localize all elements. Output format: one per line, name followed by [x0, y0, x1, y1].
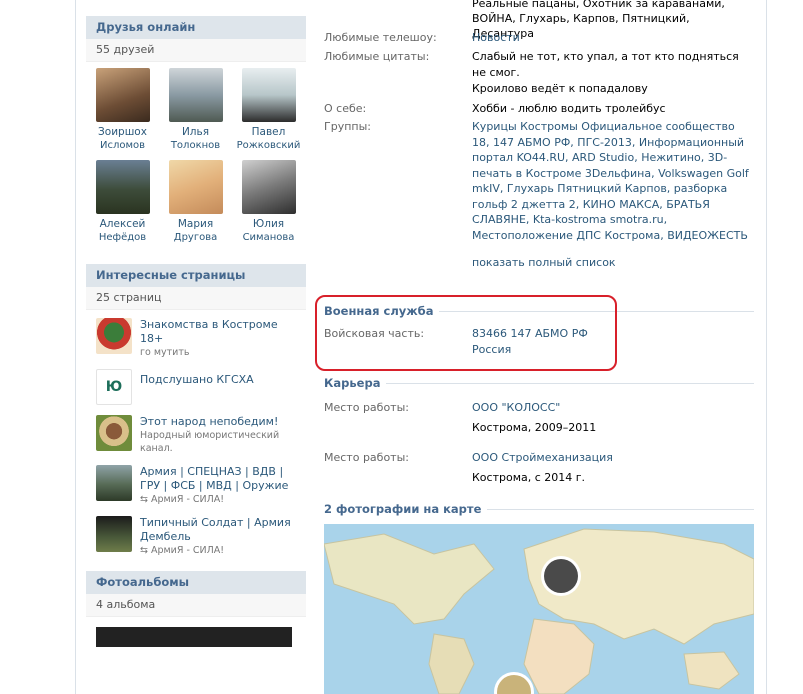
friend-avatar[interactable]	[95, 160, 150, 214]
community-item[interactable]: Типичный Солдат | Армия Дембель ⇆ АрмиЯ …	[86, 510, 306, 561]
friend-last-name[interactable]: Другова	[159, 231, 232, 244]
info-row-tv: Любимые телешоу: Новости	[324, 30, 754, 46]
profile-page: Друзья онлайн 55 друзей Зоиршох Исломов …	[75, 0, 767, 694]
info-label: О себе:	[324, 102, 367, 115]
community-avatar[interactable]	[96, 465, 132, 501]
community-item[interactable]: Этот народ непобедим! Народный юмористич…	[86, 409, 306, 459]
friend-last-name[interactable]: Симанова	[232, 231, 305, 244]
interesting-pages-title[interactable]: Интересные страницы	[86, 264, 306, 287]
highlight-frame	[315, 295, 617, 371]
community-name[interactable]: Армия | СПЕЦНАЗ | ВДВ | ГРУ | ФСБ | МВД …	[140, 465, 296, 493]
community-subtitle: Народный юмористический канал.	[140, 430, 280, 454]
community-subtitle: ⇆ АрмиЯ - СИЛА!	[140, 545, 225, 556]
company-link[interactable]: ООО "КОЛОСС"	[472, 400, 754, 416]
friend-first-name[interactable]: Мария	[159, 217, 232, 231]
career-section-title: Карьера	[324, 376, 754, 390]
quote-text: Кроилово ведёт к попадалову	[472, 82, 648, 95]
community-name[interactable]: Этот народ непобедим!	[140, 415, 296, 429]
album-cover[interactable]	[96, 627, 292, 647]
job-row: Место работы: ООО Строймеханизация Костр…	[324, 450, 754, 486]
community-name[interactable]: Типичный Солдат | Армия Дембель	[140, 516, 296, 544]
community-avatar[interactable]	[96, 415, 132, 451]
left-column: Друзья онлайн 55 друзей Зоиршох Исломов …	[86, 0, 306, 647]
community-subtitle: го мутить	[140, 347, 190, 358]
friend-last-name[interactable]: Нефёдов	[86, 231, 159, 244]
groups-list[interactable]: Курицы Костромы Официальное сообщество 1…	[472, 119, 754, 243]
info-label: Любимые цитаты:	[324, 50, 430, 63]
photos-map-title[interactable]: 2 фотографии на карте	[324, 502, 754, 516]
friends-count[interactable]: 55 друзей	[86, 39, 306, 62]
friend-first-name[interactable]: Алексей	[86, 217, 159, 231]
friend-avatar[interactable]	[241, 160, 296, 214]
repost-icon: ⇆	[140, 494, 151, 505]
community-item[interactable]: Армия | СПЕЦНАЗ | ВДВ | ГРУ | ФСБ | МВД …	[86, 459, 306, 510]
photos-map-section: 2 фотографии на карте	[324, 502, 754, 524]
community-avatar[interactable]: Ю	[96, 369, 132, 405]
friend-item[interactable]: Зоиршох Исломов	[86, 68, 159, 152]
friend-last-name[interactable]: Рожковский	[232, 139, 305, 152]
photo-albums-title[interactable]: Фотоальбомы	[86, 571, 306, 594]
job-row: Место работы: ООО "КОЛОСС" Кострома, 200…	[324, 400, 754, 436]
friend-item[interactable]: Мария Другова	[159, 160, 232, 244]
community-name[interactable]: Знакомства в Костроме 18+	[140, 318, 296, 346]
friend-avatar[interactable]	[95, 68, 150, 122]
info-row-quotes: Любимые цитаты: Слабый не тот, кто упал,…	[324, 49, 754, 97]
info-label: Любимые телешоу:	[324, 31, 437, 44]
community-avatar[interactable]	[96, 516, 132, 552]
friend-last-name[interactable]: Исломов	[86, 139, 159, 152]
friends-grid: Зоиршох Исломов Илья Толокнов Павел Рожк…	[86, 62, 306, 252]
pages-count[interactable]: 25 страниц	[86, 287, 306, 310]
friend-avatar[interactable]	[241, 68, 296, 122]
albums-count[interactable]: 4 альбома	[86, 594, 306, 617]
career-section: Карьера Место работы: ООО "КОЛОСС" Костр…	[324, 376, 754, 486]
job-detail: Кострома, 2009–2011	[472, 421, 597, 434]
info-row-groups: Группы: Курицы Костромы Официальное сооб…	[324, 119, 754, 243]
info-row-about: О себе: Хобби - люблю водить тролейбус	[324, 101, 754, 117]
friend-last-name[interactable]: Толокнов	[159, 139, 232, 152]
show-all-row: показать полный список	[324, 255, 754, 271]
community-item[interactable]: Знакомства в Костроме 18+ го мутить	[86, 310, 306, 363]
friend-first-name[interactable]: Зоиршох	[86, 125, 159, 139]
info-label: Группы:	[324, 120, 371, 133]
info-label: Место работы:	[324, 451, 409, 464]
friend-avatar[interactable]	[168, 160, 223, 214]
friends-online-title[interactable]: Друзья онлайн	[86, 16, 306, 39]
friend-item[interactable]: Алексей Нефёдов	[86, 160, 159, 244]
community-name[interactable]: Подслушано КГСХА	[140, 373, 254, 387]
friend-first-name[interactable]: Павел	[232, 125, 305, 139]
community-item[interactable]: Ю Подслушано КГСХА	[86, 363, 306, 409]
community-avatar[interactable]	[96, 318, 132, 354]
world-map-icon	[324, 524, 754, 694]
friend-avatar[interactable]	[168, 68, 223, 122]
info-label: Место работы:	[324, 401, 409, 414]
show-full-list-link[interactable]: показать полный список	[472, 255, 754, 271]
community-subtitle: ⇆ АрмиЯ - СИЛА!	[140, 494, 225, 505]
quote-text: Слабый не тот, кто упал, а тот кто подня…	[472, 50, 739, 79]
job-detail: Кострома, с 2014 г.	[472, 471, 586, 484]
tv-show-link[interactable]: Новости	[472, 30, 754, 46]
friend-first-name[interactable]: Илья	[159, 125, 232, 139]
about-text: Хобби - люблю водить тролейбус	[472, 102, 666, 115]
friend-item[interactable]: Юлия Симанова	[232, 160, 305, 244]
company-link[interactable]: ООО Строймеханизация	[472, 450, 754, 466]
repost-icon: ⇆	[140, 545, 151, 556]
friend-item[interactable]: Илья Толокнов	[159, 68, 232, 152]
friend-first-name[interactable]: Юлия	[232, 217, 305, 231]
friend-item[interactable]: Павел Рожковский	[232, 68, 305, 152]
photos-map[interactable]	[324, 524, 754, 694]
